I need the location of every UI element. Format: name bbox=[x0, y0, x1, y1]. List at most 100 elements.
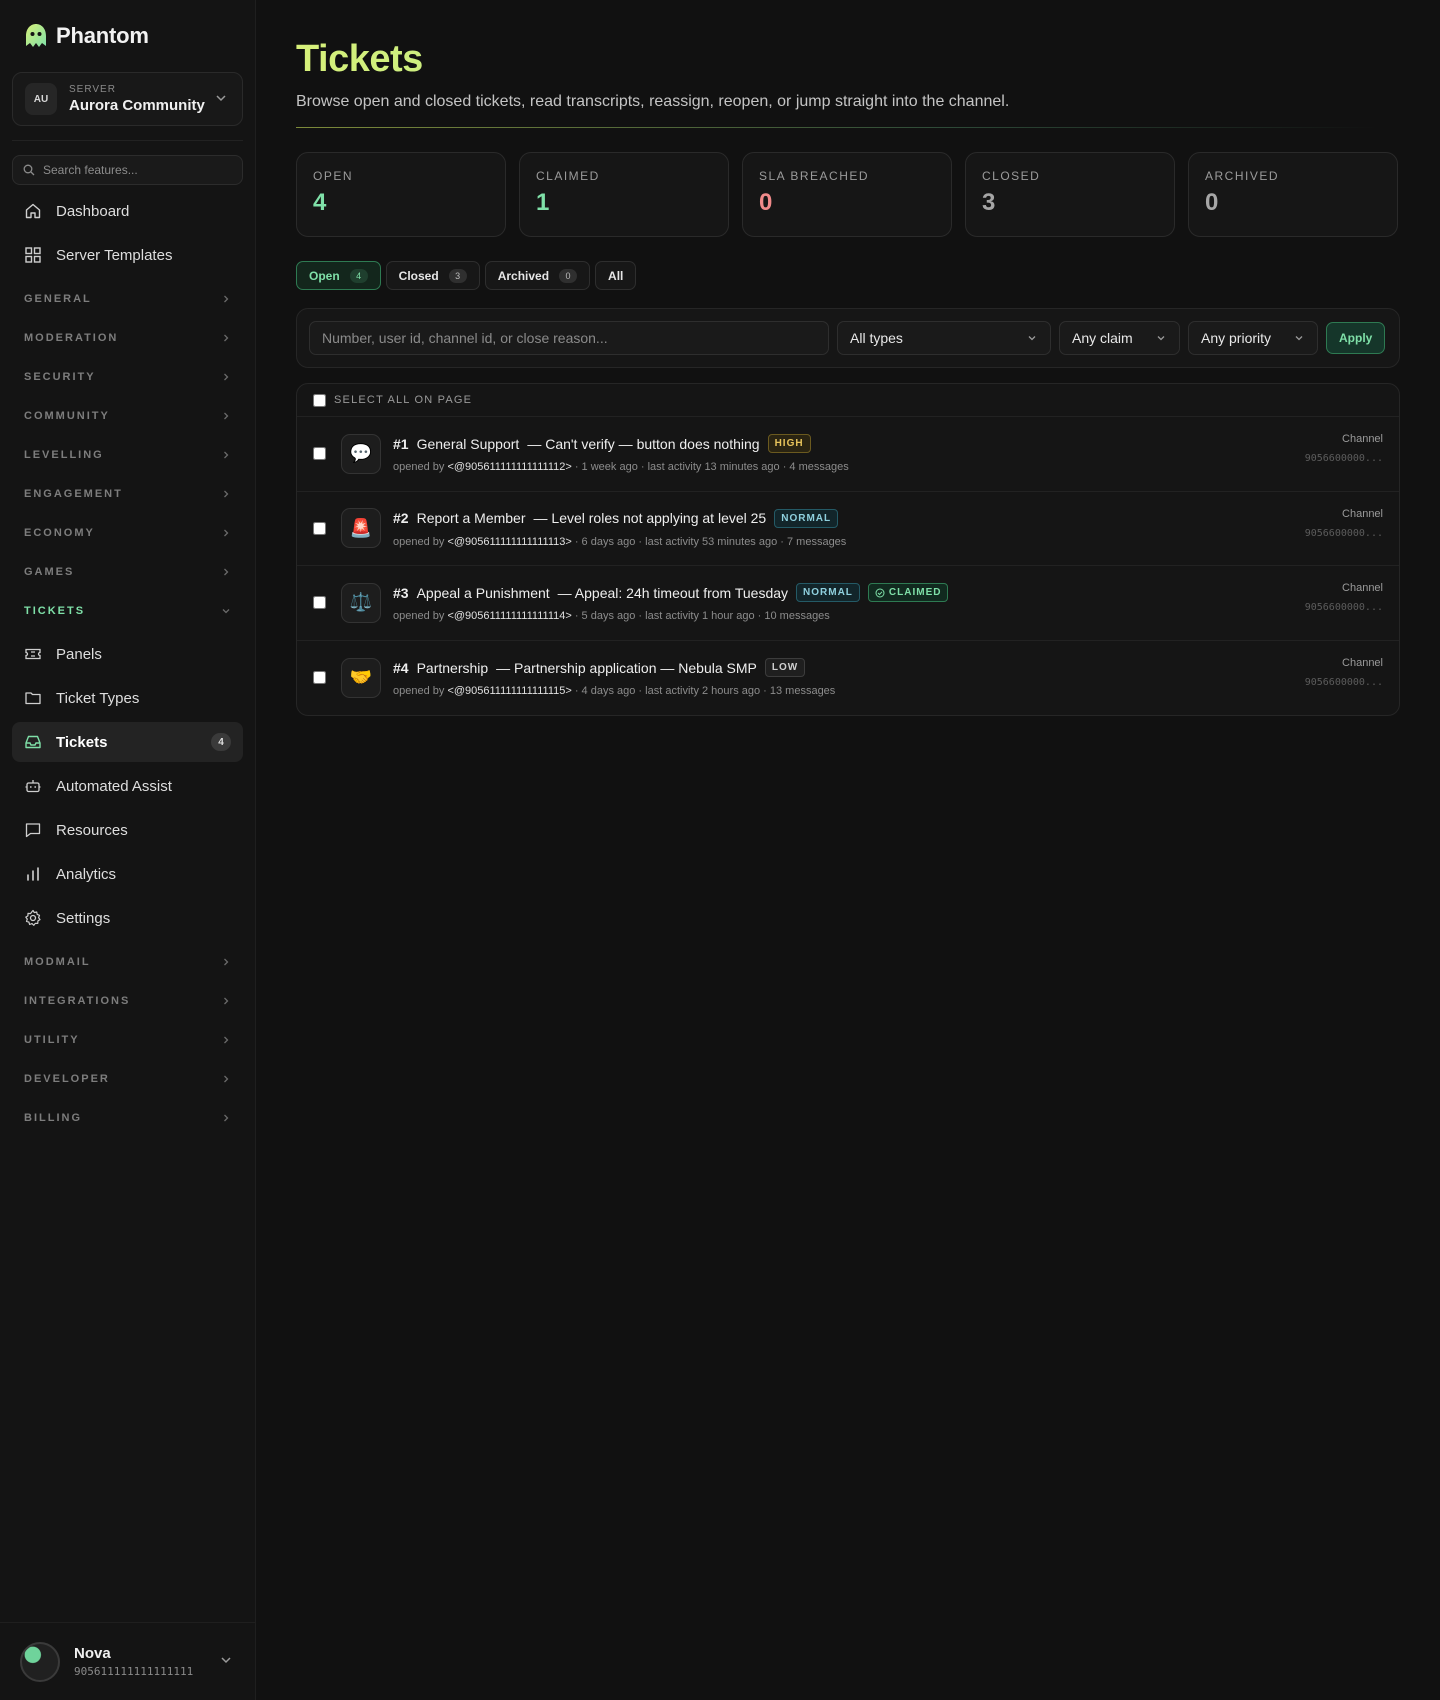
page-title: Tickets bbox=[296, 38, 1400, 81]
table-row[interactable]: ⚖️ #3 Appeal a Punishment — Appeal: 24h … bbox=[297, 566, 1399, 641]
section-label: LEVELLING bbox=[24, 448, 104, 461]
ticket-meta: opened by <@905611111111111112> · 1 week… bbox=[393, 461, 849, 473]
sidebar-divider bbox=[12, 140, 243, 141]
feature-search[interactable] bbox=[12, 155, 243, 185]
chevron-down-icon bbox=[214, 91, 228, 105]
stat-label: ARCHIVED bbox=[1205, 169, 1280, 183]
section-moderation[interactable]: MODERATION bbox=[12, 318, 243, 357]
section-economy[interactable]: ECONOMY bbox=[12, 513, 243, 552]
sidebar-item-settings[interactable]: Settings bbox=[12, 898, 243, 938]
user-mention[interactable]: <@905611111111111114> bbox=[447, 610, 571, 622]
sidebar-item-ticket-types[interactable]: Ticket Types bbox=[12, 678, 243, 718]
priority-filter-select[interactable]: Any priority bbox=[1188, 321, 1318, 355]
stat-label: OPEN bbox=[313, 169, 354, 183]
section-engagement[interactable]: ENGAGEMENT bbox=[12, 474, 243, 513]
section-label: BILLING bbox=[24, 1111, 82, 1124]
apply-button[interactable]: Apply bbox=[1326, 322, 1386, 354]
stat-card-closed: CLOSED 3 bbox=[965, 152, 1175, 237]
chevron-right-icon bbox=[221, 294, 231, 304]
section-games[interactable]: GAMES bbox=[12, 552, 243, 591]
sidebar-item-dashboard[interactable]: Dashboard bbox=[12, 191, 243, 231]
row-checkbox[interactable] bbox=[313, 521, 326, 535]
sidebar: Phantom AU SERVER Aurora Community Searc… bbox=[0, 0, 256, 1700]
user-mention[interactable]: <@905611111111111113> bbox=[447, 536, 571, 548]
sidebar-item-analytics[interactable]: Analytics bbox=[12, 854, 243, 894]
ticket-type: Partnership bbox=[416, 659, 489, 676]
chevron-down-icon bbox=[1293, 332, 1305, 344]
priority-badge: HIGH bbox=[767, 434, 811, 454]
section-community[interactable]: COMMUNITY bbox=[12, 396, 243, 435]
opened-by-label: opened by bbox=[393, 461, 448, 474]
section-general[interactable]: GENERAL bbox=[12, 279, 243, 318]
section-billing[interactable]: BILLING bbox=[12, 1098, 243, 1137]
sidebar-item-label: Server Templates bbox=[56, 246, 173, 264]
claim-filter-select[interactable]: Any claim bbox=[1059, 321, 1180, 355]
channel-info[interactable]: Channel 9056600000... bbox=[1305, 433, 1383, 464]
chevron-right-icon bbox=[221, 333, 231, 343]
sidebar-item-tickets[interactable]: Tickets 4 bbox=[12, 722, 243, 762]
channel-info[interactable]: Channel 9056600000... bbox=[1305, 657, 1383, 688]
stat-label: CLAIMED bbox=[536, 169, 600, 183]
sidebar-item-label: Tickets bbox=[56, 733, 108, 751]
section-label: MODERATION bbox=[24, 331, 119, 344]
ticket-icon bbox=[24, 645, 42, 663]
row-checkbox[interactable] bbox=[313, 596, 326, 610]
ticket-type-icon: 🚨 bbox=[341, 508, 381, 549]
section-modmail[interactable]: MODMAIL bbox=[12, 942, 243, 981]
brand[interactable]: Phantom bbox=[12, 0, 243, 70]
ticket-number: #3 bbox=[393, 584, 409, 601]
sidebar-item-server-templates[interactable]: Server Templates bbox=[12, 235, 243, 275]
chevron-down-icon bbox=[1026, 332, 1038, 344]
section-integrations[interactable]: INTEGRATIONS bbox=[12, 981, 243, 1020]
sidebar-item-label: Dashboard bbox=[56, 202, 130, 220]
channel-info[interactable]: Channel 9056600000... bbox=[1305, 582, 1383, 613]
table-row[interactable]: 🤝 #4 Partnership — Partnership applicati… bbox=[297, 641, 1399, 716]
tab-all[interactable]: All bbox=[595, 261, 637, 290]
user-mention[interactable]: <@905611111111111115> bbox=[447, 685, 571, 697]
section-utility[interactable]: UTILITY bbox=[12, 1020, 243, 1059]
user-mention[interactable]: <@905611111111111112> bbox=[447, 461, 571, 473]
chevron-right-icon bbox=[221, 996, 231, 1006]
server-selector[interactable]: AU SERVER Aurora Community bbox=[12, 72, 243, 126]
type-filter-select[interactable]: All types bbox=[837, 321, 1051, 355]
row-checkbox[interactable] bbox=[313, 671, 326, 685]
table-row[interactable]: 🚨 #2 Report a Member — Level roles not a… bbox=[297, 492, 1399, 566]
ticket-type-icon: ⚖️ bbox=[341, 582, 381, 623]
bot-icon bbox=[24, 777, 42, 795]
row-checkbox[interactable] bbox=[313, 447, 326, 461]
ticket-activity: · 5 days ago · last activity 1 hour ago … bbox=[571, 610, 830, 623]
section-label: COMMUNITY bbox=[24, 409, 110, 422]
tab-count: 0 bbox=[559, 268, 578, 283]
folder-icon bbox=[24, 689, 42, 707]
priority-badge: LOW bbox=[764, 658, 806, 678]
ticket-list: SELECT ALL ON PAGE 💬 #1 General Support … bbox=[296, 383, 1400, 716]
stats-row: OPEN 4 CLAIMED 1 SLA BREACHED 0 CLOSED 3… bbox=[296, 152, 1400, 237]
tab-label: All bbox=[608, 268, 624, 283]
select-all-checkbox[interactable] bbox=[313, 393, 326, 407]
table-row[interactable]: 💬 #1 General Support — Can't verify — bu… bbox=[297, 417, 1399, 492]
ticket-activity: · 6 days ago · last activity 53 minutes … bbox=[571, 535, 847, 548]
ticket-search-input[interactable] bbox=[309, 321, 829, 355]
select-value: Any priority bbox=[1201, 330, 1272, 346]
channel-info[interactable]: Channel 9056600000... bbox=[1305, 508, 1383, 539]
sidebar-item-resources[interactable]: Resources bbox=[12, 810, 243, 850]
ticket-meta: opened by <@905611111111111113> · 6 days… bbox=[393, 536, 846, 548]
tab-open[interactable]: Open 4 bbox=[296, 261, 381, 290]
title-divider bbox=[296, 127, 1376, 128]
section-security[interactable]: SECURITY bbox=[12, 357, 243, 396]
user-menu[interactable]: Nova 905611111111111111 bbox=[0, 1622, 255, 1700]
select-value: All types bbox=[850, 330, 903, 346]
stat-label: CLOSED bbox=[982, 169, 1041, 183]
tickets-count-badge: 4 bbox=[211, 733, 231, 751]
server-label: SERVER bbox=[69, 84, 116, 95]
search-input[interactable] bbox=[43, 163, 223, 177]
section-levelling[interactable]: LEVELLING bbox=[12, 435, 243, 474]
sidebar-item-automated-assist[interactable]: Automated Assist bbox=[12, 766, 243, 806]
section-developer[interactable]: DEVELOPER bbox=[12, 1059, 243, 1098]
tab-closed[interactable]: Closed 3 bbox=[385, 261, 480, 290]
priority-badge: NORMAL bbox=[774, 508, 839, 528]
phantom-logo-icon bbox=[22, 22, 50, 50]
tab-archived[interactable]: Archived 0 bbox=[484, 261, 591, 290]
section-tickets[interactable]: TICKETS bbox=[12, 591, 243, 630]
sidebar-item-panels[interactable]: Panels bbox=[12, 634, 243, 674]
